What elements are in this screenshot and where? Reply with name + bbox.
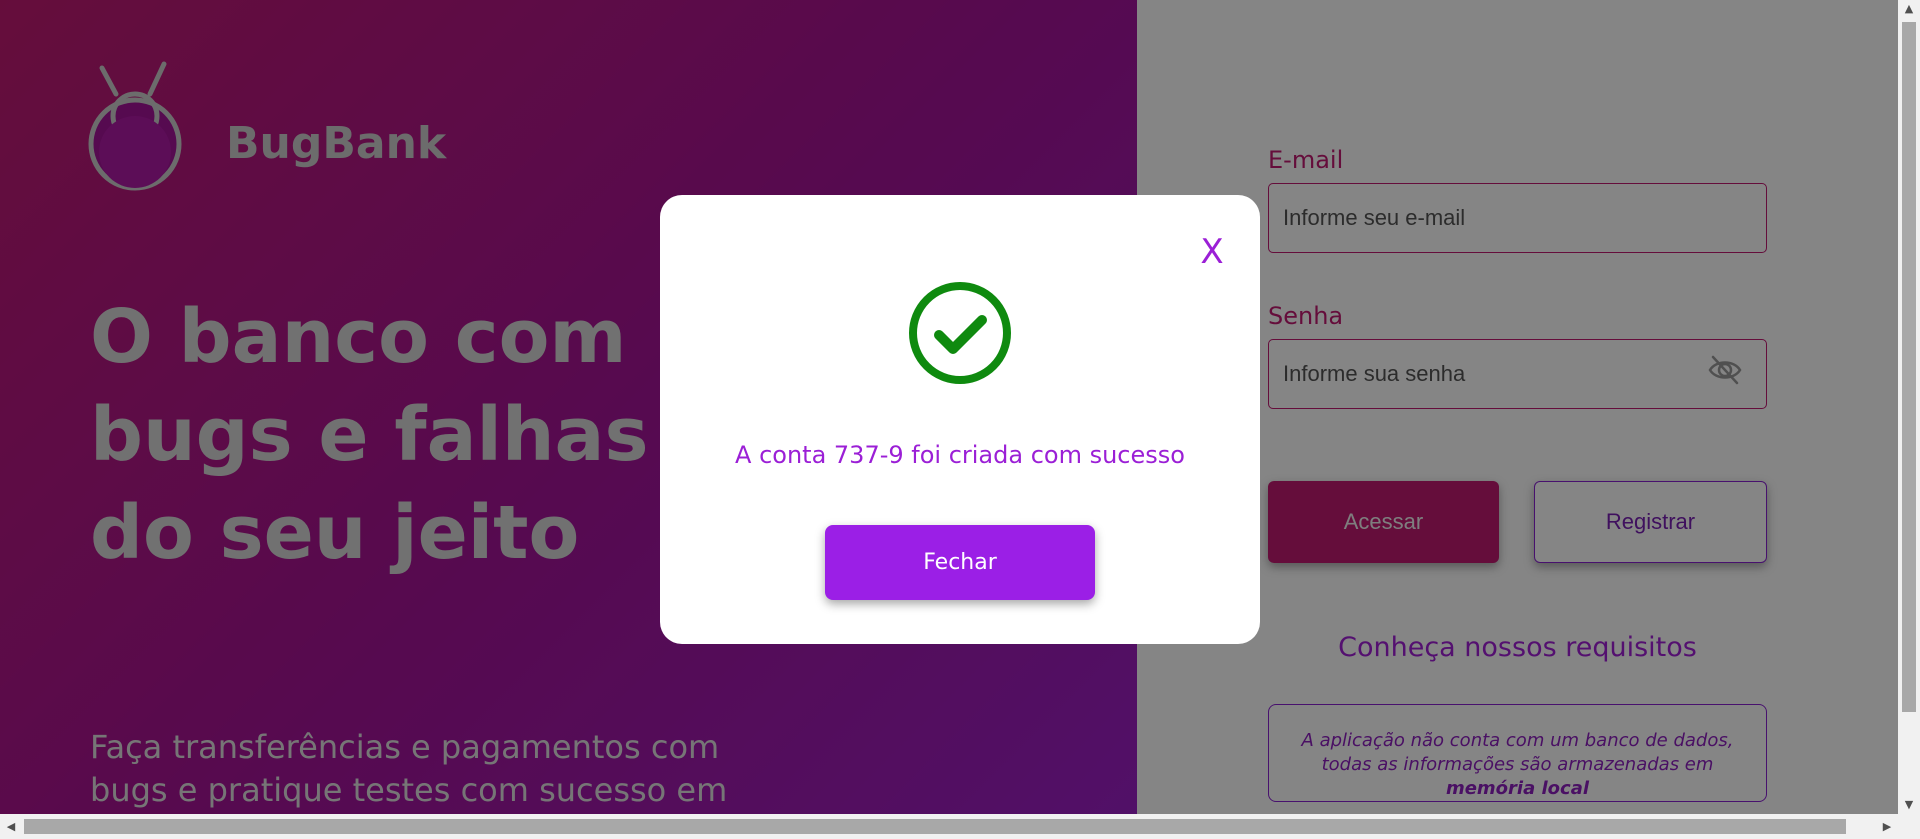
scroll-down-icon[interactable]: ▼	[1898, 796, 1920, 814]
close-button[interactable]: X	[1192, 232, 1232, 272]
check-circle-icon	[909, 282, 1011, 384]
scroll-right-icon[interactable]: ▶	[1876, 814, 1898, 839]
success-modal: X A conta 737-9 foi criada com sucesso F…	[660, 195, 1260, 644]
close-modal-button[interactable]: Fechar	[825, 525, 1095, 600]
scroll-left-icon[interactable]: ◀	[0, 814, 22, 839]
modal-message: A conta 737-9 foi criada com sucesso	[735, 441, 1185, 469]
scroll-up-icon[interactable]: ▲	[1898, 0, 1920, 18]
vertical-scrollbar[interactable]: ▲ ▼	[1898, 0, 1920, 814]
horizontal-scrollbar[interactable]: ◀ ▶	[0, 814, 1920, 839]
horizontal-scroll-thumb[interactable]	[24, 819, 1846, 834]
vertical-scroll-thumb[interactable]	[1902, 22, 1916, 712]
